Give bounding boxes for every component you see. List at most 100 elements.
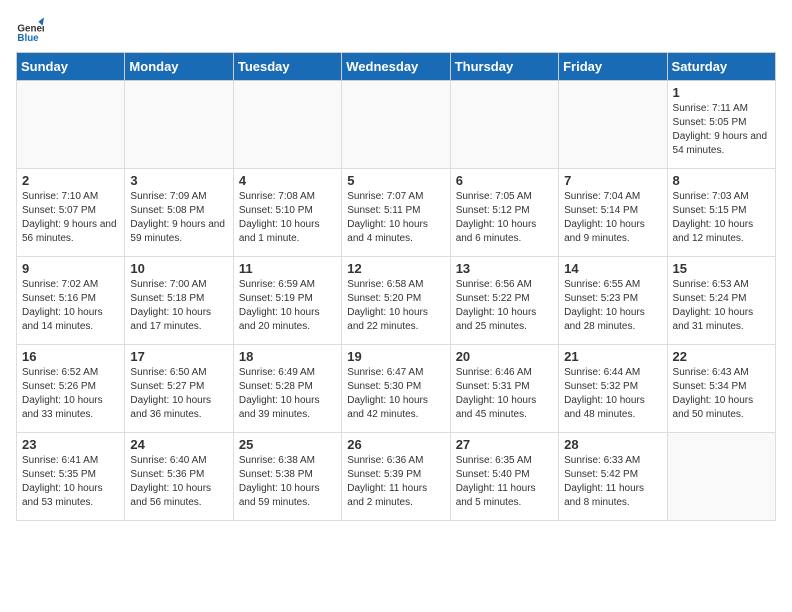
weekday-header-sunday: Sunday: [17, 53, 125, 81]
day-cell: [342, 81, 450, 169]
day-info: Sunrise: 6:44 AM Sunset: 5:32 PM Dayligh…: [564, 366, 661, 422]
day-number: 18: [239, 349, 336, 364]
day-number: 28: [564, 437, 661, 452]
day-cell: [559, 81, 667, 169]
day-info: Sunrise: 7:03 AM Sunset: 5:15 PM Dayligh…: [673, 190, 770, 246]
day-cell: 17Sunrise: 6:50 AM Sunset: 5:27 PM Dayli…: [125, 345, 233, 433]
day-info: Sunrise: 6:46 AM Sunset: 5:31 PM Dayligh…: [456, 366, 553, 422]
day-number: 24: [130, 437, 227, 452]
day-cell: 10 Sunrise: 7:00 AM Sunset: 5:18 PM Dayli…: [125, 257, 233, 345]
calendar-table: SundayMondayTuesdayWednesdayThursdayFrid…: [16, 52, 776, 521]
weekday-header-friday: Friday: [559, 53, 667, 81]
day-info: Sunrise: 6:38 AM Sunset: 5:38 PM Dayligh…: [239, 454, 336, 510]
day-number: 13: [456, 261, 553, 276]
day-info: Sunrise: 7:00 AM Sunset: 5:18 PM Dayligh…: [130, 278, 227, 334]
day-cell: 4 Sunrise: 7:08 AM Sunset: 5:10 PM Daylig…: [233, 169, 341, 257]
day-cell: 7 Sunrise: 7:04 AM Sunset: 5:14 PM Daylig…: [559, 169, 667, 257]
day-cell: 12 Sunrise: 6:58 AM Sunset: 5:20 PM Dayli…: [342, 257, 450, 345]
day-number: 4: [239, 173, 336, 188]
day-info: Sunrise: 6:49 AM Sunset: 5:28 PM Dayligh…: [239, 366, 336, 422]
day-number: 27: [456, 437, 553, 452]
weekday-header-row: SundayMondayTuesdayWednesdayThursdayFrid…: [17, 53, 776, 81]
day-cell: 19 Sunrise: 6:47 AM Sunset: 5:30 PM Dayli…: [342, 345, 450, 433]
day-cell: [450, 81, 558, 169]
day-info: Sunrise: 6:58 AM Sunset: 5:20 PM Dayligh…: [347, 278, 444, 334]
weekday-header-saturday: Saturday: [667, 53, 775, 81]
week-row-1: 1 Sunrise: 7:11 AM Sunset: 5:05 PM Daylig…: [17, 81, 776, 169]
day-cell: 25 Sunrise: 6:38 AM Sunset: 5:38 PM Dayli…: [233, 433, 341, 521]
day-cell: 26 Sunrise: 6:36 AM Sunset: 5:39 PM Dayli…: [342, 433, 450, 521]
day-number: 26: [347, 437, 444, 452]
day-number: 23: [22, 437, 119, 452]
day-number: 16: [22, 349, 119, 364]
day-info: Sunrise: 6:35 AM Sunset: 5:40 PM Dayligh…: [456, 454, 553, 510]
day-cell: [233, 81, 341, 169]
day-number: 25: [239, 437, 336, 452]
day-info: Sunrise: 6:36 AM Sunset: 5:39 PM Dayligh…: [347, 454, 444, 510]
day-number: 8: [673, 173, 770, 188]
day-cell: 13 Sunrise: 6:56 AM Sunset: 5:22 PM Dayli…: [450, 257, 558, 345]
day-number: 1: [673, 85, 770, 100]
day-cell: 9Sunrise: 7:02 AM Sunset: 5:16 PM Daylig…: [17, 257, 125, 345]
day-number: 21: [564, 349, 661, 364]
day-cell: 2Sunrise: 7:10 AM Sunset: 5:07 PM Daylig…: [17, 169, 125, 257]
day-info: Sunrise: 6:33 AM Sunset: 5:42 PM Dayligh…: [564, 454, 661, 510]
week-row-5: 23 Sunrise: 6:41 AM Sunset: 5:35 PM Dayli…: [17, 433, 776, 521]
day-info: Sunrise: 7:04 AM Sunset: 5:14 PM Dayligh…: [564, 190, 661, 246]
day-number: 20: [456, 349, 553, 364]
day-info: Sunrise: 6:41 AM Sunset: 5:35 PM Dayligh…: [22, 454, 119, 510]
day-number: 17: [130, 349, 227, 364]
day-info: Sunrise: 7:11 AM Sunset: 5:05 PM Dayligh…: [673, 102, 770, 158]
day-info: Sunrise: 6:59 AM Sunset: 5:19 PM Dayligh…: [239, 278, 336, 334]
day-info: Sunrise: 6:52 AM Sunset: 5:26 PM Dayligh…: [22, 366, 119, 422]
day-cell: 8 Sunrise: 7:03 AM Sunset: 5:15 PM Daylig…: [667, 169, 775, 257]
page-header: General Blue: [16, 16, 776, 44]
day-cell: 11 Sunrise: 6:59 AM Sunset: 5:19 PM Dayli…: [233, 257, 341, 345]
day-cell: 3 Sunrise: 7:09 AM Sunset: 5:08 PM Daylig…: [125, 169, 233, 257]
day-info: Sunrise: 6:53 AM Sunset: 5:24 PM Dayligh…: [673, 278, 770, 334]
logo: General Blue: [16, 16, 48, 44]
week-row-2: 2Sunrise: 7:10 AM Sunset: 5:07 PM Daylig…: [17, 169, 776, 257]
day-info: Sunrise: 6:43 AM Sunset: 5:34 PM Dayligh…: [673, 366, 770, 422]
day-number: 3: [130, 173, 227, 188]
day-cell: 6 Sunrise: 7:05 AM Sunset: 5:12 PM Daylig…: [450, 169, 558, 257]
day-number: 11: [239, 261, 336, 276]
day-cell: 24 Sunrise: 6:40 AM Sunset: 5:36 PM Dayli…: [125, 433, 233, 521]
day-cell: 23 Sunrise: 6:41 AM Sunset: 5:35 PM Dayli…: [17, 433, 125, 521]
weekday-header-monday: Monday: [125, 53, 233, 81]
day-number: 22: [673, 349, 770, 364]
day-cell: 28 Sunrise: 6:33 AM Sunset: 5:42 PM Dayli…: [559, 433, 667, 521]
weekday-header-wednesday: Wednesday: [342, 53, 450, 81]
day-cell: 22 Sunrise: 6:43 AM Sunset: 5:34 PM Dayli…: [667, 345, 775, 433]
day-info: Sunrise: 7:08 AM Sunset: 5:10 PM Dayligh…: [239, 190, 336, 246]
day-cell: 1 Sunrise: 7:11 AM Sunset: 5:05 PM Daylig…: [667, 81, 775, 169]
day-cell: 27 Sunrise: 6:35 AM Sunset: 5:40 PM Dayli…: [450, 433, 558, 521]
day-number: 15: [673, 261, 770, 276]
day-info: Sunrise: 6:56 AM Sunset: 5:22 PM Dayligh…: [456, 278, 553, 334]
day-cell: 18 Sunrise: 6:49 AM Sunset: 5:28 PM Dayli…: [233, 345, 341, 433]
day-info: Sunrise: 7:05 AM Sunset: 5:12 PM Dayligh…: [456, 190, 553, 246]
day-number: 7: [564, 173, 661, 188]
day-info: Sunrise: 6:47 AM Sunset: 5:30 PM Dayligh…: [347, 366, 444, 422]
day-cell: 21 Sunrise: 6:44 AM Sunset: 5:32 PM Dayli…: [559, 345, 667, 433]
day-cell: [17, 81, 125, 169]
week-row-4: 16 Sunrise: 6:52 AM Sunset: 5:26 PM Dayli…: [17, 345, 776, 433]
svg-text:Blue: Blue: [17, 33, 39, 44]
day-number: 14: [564, 261, 661, 276]
day-number: 19: [347, 349, 444, 364]
day-cell: [125, 81, 233, 169]
day-info: Sunrise: 7:07 AM Sunset: 5:11 PM Dayligh…: [347, 190, 444, 246]
logo-icon: General Blue: [16, 16, 44, 44]
week-row-3: 9Sunrise: 7:02 AM Sunset: 5:16 PM Daylig…: [17, 257, 776, 345]
day-info: Sunrise: 7:02 AM Sunset: 5:16 PM Dayligh…: [22, 278, 119, 334]
day-number: 5: [347, 173, 444, 188]
weekday-header-tuesday: Tuesday: [233, 53, 341, 81]
day-info: Sunrise: 6:40 AM Sunset: 5:36 PM Dayligh…: [130, 454, 227, 510]
day-number: 6: [456, 173, 553, 188]
day-number: 12: [347, 261, 444, 276]
day-cell: 14Sunrise: 6:55 AM Sunset: 5:23 PM Dayli…: [559, 257, 667, 345]
day-number: 10: [130, 261, 227, 276]
day-cell: 15 Sunrise: 6:53 AM Sunset: 5:24 PM Dayli…: [667, 257, 775, 345]
day-info: Sunrise: 7:09 AM Sunset: 5:08 PM Dayligh…: [130, 190, 227, 246]
weekday-header-thursday: Thursday: [450, 53, 558, 81]
